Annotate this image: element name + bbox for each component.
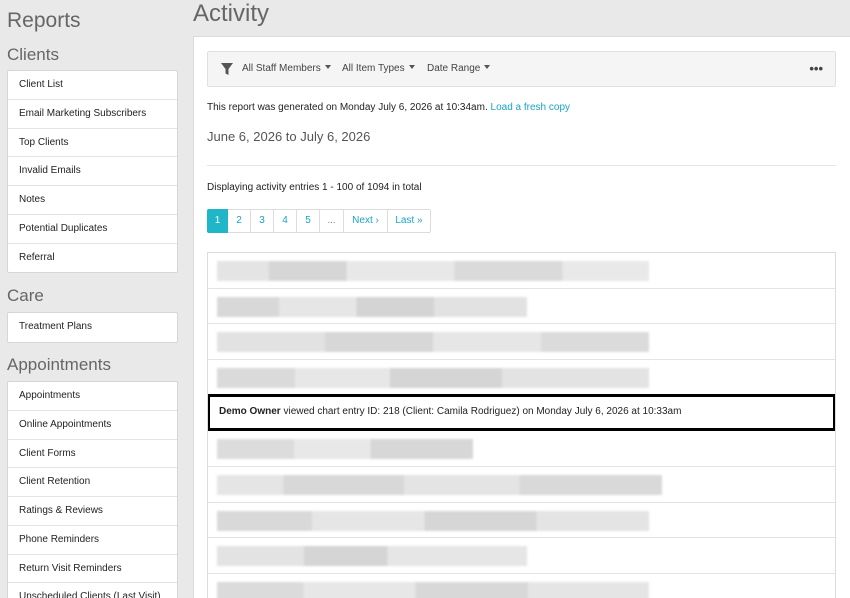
sidebar-item-top-clients[interactable]: Top Clients [8, 129, 177, 158]
divider [207, 165, 836, 166]
sidebar-item-invalid-emails[interactable]: Invalid Emails [8, 157, 177, 186]
item-types-label: All Item Types [342, 63, 405, 74]
entries-count-text: Displaying activity entries 1 - 100 of 1… [207, 182, 422, 193]
activity-entry-redacted [208, 253, 835, 289]
date-range-label: Date Range [427, 63, 481, 74]
activity-entry-redacted [208, 289, 835, 325]
sidebar-item-notes[interactable]: Notes [8, 186, 177, 215]
next-page-button[interactable]: Next › [344, 209, 388, 233]
page-2-button[interactable]: 2 [228, 209, 251, 233]
activity-actor: Demo Owner [219, 406, 281, 418]
section-heading-appointments: Appointments [7, 355, 111, 374]
reports-sidebar: Reports Clients Client List Email Market… [0, 0, 185, 598]
activity-entry-redacted [208, 360, 835, 396]
activity-report-panel: All Staff Members All Item Types Date Ra… [193, 36, 850, 598]
date-range-dropdown[interactable]: Date Range [427, 63, 491, 74]
chevron-down-icon [484, 65, 491, 69]
sidebar-item-client-retention[interactable]: Client Retention [8, 468, 177, 497]
sidebar-item-email-marketing-subscribers[interactable]: Email Marketing Subscribers [8, 100, 177, 129]
sidebar-item-ratings-reviews[interactable]: Ratings & Reviews [8, 497, 177, 526]
activity-entry-redacted [208, 467, 835, 503]
activity-description: viewed chart entry ID: 218 (Client: Cami… [280, 406, 682, 418]
last-page-button[interactable]: Last » [388, 209, 431, 233]
activity-entry-redacted [208, 574, 835, 598]
section-heading-clients: Clients [7, 45, 59, 64]
sidebar-item-referral[interactable]: Referral [8, 244, 177, 273]
pagination-ellipsis: ... [320, 209, 344, 233]
appointments-report-list: Appointments Online Appointments Client … [7, 381, 178, 598]
filter-bar: All Staff Members All Item Types Date Ra… [207, 51, 836, 87]
redacted-text [217, 474, 662, 495]
activity-entry-redacted [208, 431, 835, 467]
redacted-text [217, 367, 649, 388]
redacted-text [217, 439, 473, 460]
staff-members-label: All Staff Members [242, 63, 321, 74]
activity-entry-text: Demo Owner viewed chart entry ID: 218 (C… [219, 406, 681, 417]
page-4-button[interactable]: 4 [274, 209, 297, 233]
staff-members-dropdown[interactable]: All Staff Members [242, 63, 331, 74]
care-report-list: Treatment Plans [7, 312, 178, 343]
chevron-down-icon [408, 65, 415, 69]
section-heading-care: Care [7, 286, 44, 305]
sidebar-title: Reports [7, 9, 81, 32]
page-title: Activity [193, 0, 270, 27]
sidebar-item-return-visit-reminders[interactable]: Return Visit Reminders [8, 555, 177, 584]
clients-report-list: Client List Email Marketing Subscribers … [7, 70, 178, 274]
sidebar-item-client-forms[interactable]: Client Forms [8, 440, 177, 469]
activity-entry-redacted [208, 324, 835, 360]
activity-entry-redacted [208, 538, 835, 574]
redacted-text [217, 546, 527, 567]
page-5-button[interactable]: 5 [297, 209, 320, 233]
sidebar-item-treatment-plans[interactable]: Treatment Plans [8, 313, 177, 342]
filter-icon[interactable] [221, 63, 233, 76]
sidebar-item-potential-duplicates[interactable]: Potential Duplicates [8, 215, 177, 244]
page-3-button[interactable]: 3 [251, 209, 274, 233]
chevron-down-icon [324, 65, 331, 69]
item-types-dropdown[interactable]: All Item Types [342, 63, 415, 74]
activity-entry-highlighted[interactable]: Demo Owner viewed chart entry ID: 218 (C… [208, 394, 835, 432]
redacted-text [217, 296, 527, 317]
activity-entries-list: Demo Owner viewed chart entry ID: 218 (C… [207, 252, 836, 598]
sidebar-item-client-list[interactable]: Client List [8, 71, 177, 100]
sidebar-item-unscheduled-clients[interactable]: Unscheduled Clients (Last Visit) [8, 583, 177, 598]
report-date-range: June 6, 2026 to July 6, 2026 [207, 129, 371, 144]
redacted-text [217, 261, 649, 281]
activity-entry-redacted [208, 503, 835, 539]
sidebar-item-appointments[interactable]: Appointments [8, 382, 177, 411]
load-fresh-copy-link[interactable]: Load a fresh copy [491, 102, 571, 113]
more-options-icon[interactable]: ••• [809, 61, 823, 76]
redacted-text [217, 332, 649, 353]
pagination: 1 2 3 4 5 ... Next › Last » [207, 209, 431, 233]
page-1-button[interactable]: 1 [207, 209, 228, 233]
sidebar-item-phone-reminders[interactable]: Phone Reminders [8, 526, 177, 555]
redacted-text [217, 510, 649, 531]
generated-notice: This report was generated on Monday July… [207, 102, 570, 113]
sidebar-item-online-appointments[interactable]: Online Appointments [8, 411, 177, 440]
generated-text: This report was generated on Monday July… [207, 102, 488, 113]
redacted-text [217, 581, 649, 598]
